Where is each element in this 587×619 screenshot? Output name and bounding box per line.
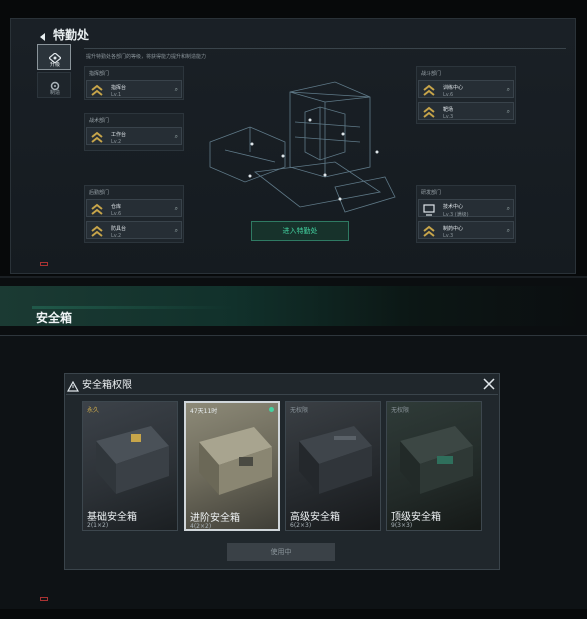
facility-level: Lv.6 xyxy=(443,92,454,98)
safe-box-icon xyxy=(400,426,473,494)
facility-name: 仓库 xyxy=(111,204,122,210)
facility-card[interactable]: 训练中心 Lv.6 ⌕ xyxy=(418,80,514,98)
enter-hq-button[interactable]: 进入特勤处 xyxy=(251,221,349,241)
safe-duration: 47天11时 xyxy=(190,408,218,415)
safe-card-advanced[interactable]: 47天11时 进阶安全箱 4(2×2) xyxy=(184,401,280,531)
safe-duration: 无权限 xyxy=(290,407,309,414)
status-icon xyxy=(40,597,48,601)
safe-card-top[interactable]: 无权限 顶级安全箱 9(3×3) xyxy=(386,401,482,531)
hq-subtitle: 提升特勤处各部门的等级，将获得能力提升和制造能力 xyxy=(86,54,207,60)
safe-name: 基础安全箱 xyxy=(87,512,137,523)
safe-capacity: 2(1×2) xyxy=(87,522,109,529)
safe-card-premium[interactable]: 无权限 高级安全箱 6(2×3) xyxy=(285,401,381,531)
search-icon[interactable]: ⌕ xyxy=(175,86,178,94)
divider xyxy=(0,335,587,336)
safe-capacity: 4(2×2) xyxy=(190,523,212,530)
divider xyxy=(84,48,566,49)
safe-duration: 无权限 xyxy=(391,407,410,414)
facility-name: 指挥台 xyxy=(111,85,127,91)
facility-card[interactable]: 仓库 Lv.6 ⌕ xyxy=(86,199,182,217)
modal-title: 安全箱权限 xyxy=(82,380,132,391)
sidebar-label: 制造 xyxy=(49,90,60,96)
facility-level: Lv.2 xyxy=(111,233,122,239)
safe-box-icon xyxy=(299,426,372,494)
facility-level: Lv.3 xyxy=(443,233,454,239)
close-icon[interactable] xyxy=(482,376,496,390)
dept-label: 后勤部门 xyxy=(89,190,110,196)
status-icon xyxy=(40,262,48,266)
warning-icon xyxy=(66,377,80,392)
dept-label: 指挥部门 xyxy=(89,71,110,77)
safe-card-basic[interactable]: 永久 基础安全箱 2(1×2) xyxy=(82,401,178,531)
facility-name: 防具台 xyxy=(111,226,127,232)
rank-chevron-icon xyxy=(91,131,103,143)
facility-level: Lv.6 xyxy=(111,211,122,217)
bottom-edge xyxy=(0,609,587,619)
safe-box-icon xyxy=(199,427,272,495)
safe-capacity: 9(3×3) xyxy=(391,522,413,529)
safe-box-icon xyxy=(96,426,169,494)
safe-name: 顶级安全箱 xyxy=(391,512,441,523)
back-arrow-icon[interactable] xyxy=(38,27,48,41)
search-icon[interactable]: ⌕ xyxy=(507,227,510,235)
safe-name: 高级安全箱 xyxy=(290,512,340,523)
facility-level: Lv.3 xyxy=(443,114,454,120)
facility-card[interactable]: 靶场 Lv.3 ⌕ xyxy=(418,102,514,120)
rank-chevron-icon xyxy=(423,225,435,237)
search-icon[interactable]: ⌕ xyxy=(507,86,510,94)
safe-name: 进阶安全箱 xyxy=(190,513,240,524)
facility-card[interactable]: 制药中心 Lv.3 ⌕ xyxy=(418,221,514,239)
facility-level: Lv.2 xyxy=(111,139,122,145)
dept-label: 战术部门 xyxy=(89,118,110,124)
facility-card[interactable]: 技术中心 Lv.3 (满级) ⌕ xyxy=(418,199,514,218)
computer-icon xyxy=(423,204,435,216)
search-icon[interactable]: ⌕ xyxy=(175,205,178,213)
gear-icon xyxy=(49,76,61,91)
facility-name: 训练中心 xyxy=(443,85,464,91)
sidebar-tab-upgrade[interactable]: 升级 xyxy=(37,44,71,70)
facility-card[interactable]: 指挥台 Lv.1 ⌕ xyxy=(86,80,182,98)
rank-chevron-icon xyxy=(91,203,103,215)
rank-chevron-icon xyxy=(423,106,435,118)
sidebar-label: 升级 xyxy=(49,62,60,68)
facility-level: Lv.1 xyxy=(111,92,122,98)
section-title: 安全箱 xyxy=(36,311,73,325)
dept-label: 研发部门 xyxy=(421,190,442,196)
rank-chevron-icon xyxy=(91,225,103,237)
safe-capacity: 6(2×3) xyxy=(290,522,312,529)
facility-hologram xyxy=(195,72,405,237)
search-icon[interactable]: ⌕ xyxy=(175,227,178,235)
in-use-button[interactable]: 使用中 xyxy=(227,543,335,561)
search-icon[interactable]: ⌕ xyxy=(507,108,510,116)
sidebar-tab-craft[interactable]: 制造 xyxy=(37,72,71,98)
facility-name: 靶场 xyxy=(443,107,454,113)
hq-title: 特勤处 xyxy=(53,28,90,42)
facility-card[interactable]: 工作台 Lv.2 ⌕ xyxy=(86,127,182,145)
rank-chevron-icon xyxy=(423,84,435,96)
facility-card[interactable]: 防具台 Lv.2 ⌕ xyxy=(86,221,182,239)
dept-label: 战斗部门 xyxy=(421,71,442,77)
facility-name: 工作台 xyxy=(111,132,127,138)
safe-duration: 永久 xyxy=(87,407,100,414)
search-icon[interactable]: ⌕ xyxy=(507,205,510,213)
divider xyxy=(66,394,498,395)
divider xyxy=(0,276,587,278)
facility-level: Lv.3 (满级) xyxy=(443,212,469,218)
rank-chevron-icon xyxy=(91,84,103,96)
search-icon[interactable]: ⌕ xyxy=(175,133,178,141)
facility-name: 制药中心 xyxy=(443,226,464,232)
facility-name: 技术中心 xyxy=(443,204,464,210)
active-indicator xyxy=(269,407,274,412)
upgrade-icon xyxy=(48,48,62,64)
hologram-building-icon xyxy=(209,81,396,213)
